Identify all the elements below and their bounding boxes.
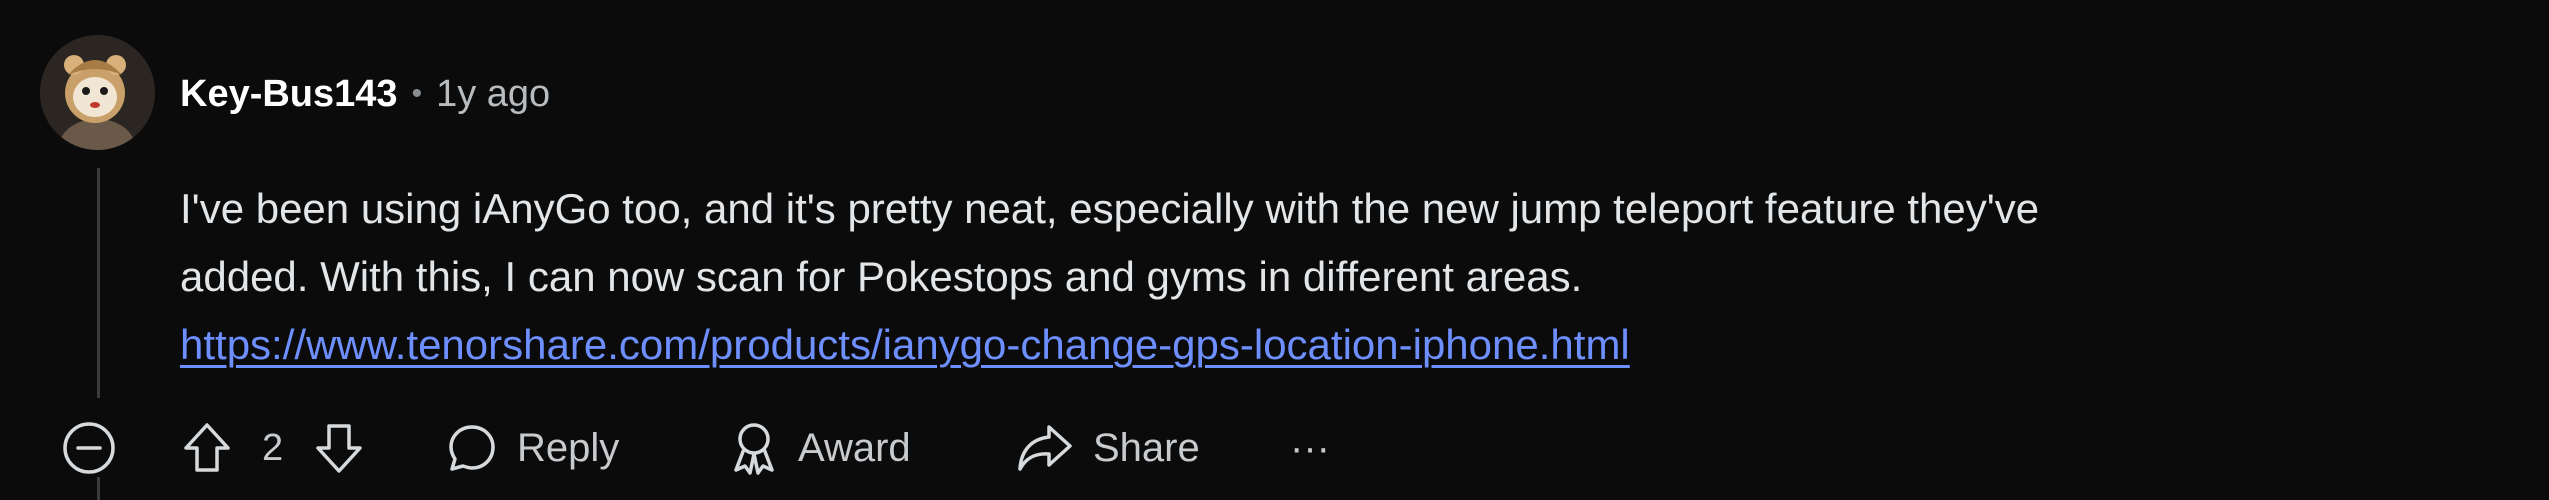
- username[interactable]: Key-Bus143: [180, 73, 398, 116]
- share-button[interactable]: Share: [1015, 405, 1200, 491]
- comment-body-line: added. With this, I can now scan for Pok…: [180, 253, 1583, 300]
- more-options-icon: ···: [1290, 425, 1330, 470]
- comment-link[interactable]: https://www.tenorshare.com/products/iany…: [180, 321, 1630, 368]
- speech-bubble-icon: [449, 425, 495, 471]
- thread-line[interactable]: [97, 168, 100, 398]
- comment-header: Key-Bus143 • 1y ago: [180, 66, 550, 122]
- avatar-image: [40, 35, 155, 150]
- award-label: Award: [798, 425, 911, 470]
- arrow-up-icon: [184, 423, 230, 472]
- avatar[interactable]: [40, 35, 155, 150]
- reply-label: Reply: [517, 425, 620, 470]
- downvote-button[interactable]: [312, 405, 366, 491]
- collapse-minus-circle-icon: [63, 422, 115, 474]
- award-button[interactable]: Award: [728, 405, 911, 491]
- collapse-button[interactable]: [60, 405, 118, 491]
- comment-body: I've been using iAnyGo too, and it's pre…: [180, 175, 2480, 379]
- upvote-button[interactable]: [180, 405, 234, 491]
- award-ribbon-icon: [734, 423, 774, 475]
- more-options-button[interactable]: ···: [1290, 405, 1330, 491]
- vote-count: 2: [262, 426, 284, 469]
- separator-dot: •: [411, 77, 423, 110]
- share-arrow-icon: [1018, 425, 1072, 471]
- reply-button[interactable]: Reply: [445, 405, 619, 491]
- timestamp[interactable]: 1y ago: [436, 73, 550, 116]
- arrow-down-icon: [316, 424, 362, 473]
- share-label: Share: [1093, 425, 1200, 470]
- comment-actions: 2 Reply Award Share ···: [0, 405, 2549, 491]
- comment-body-line: I've been using iAnyGo too, and it's pre…: [180, 185, 2040, 232]
